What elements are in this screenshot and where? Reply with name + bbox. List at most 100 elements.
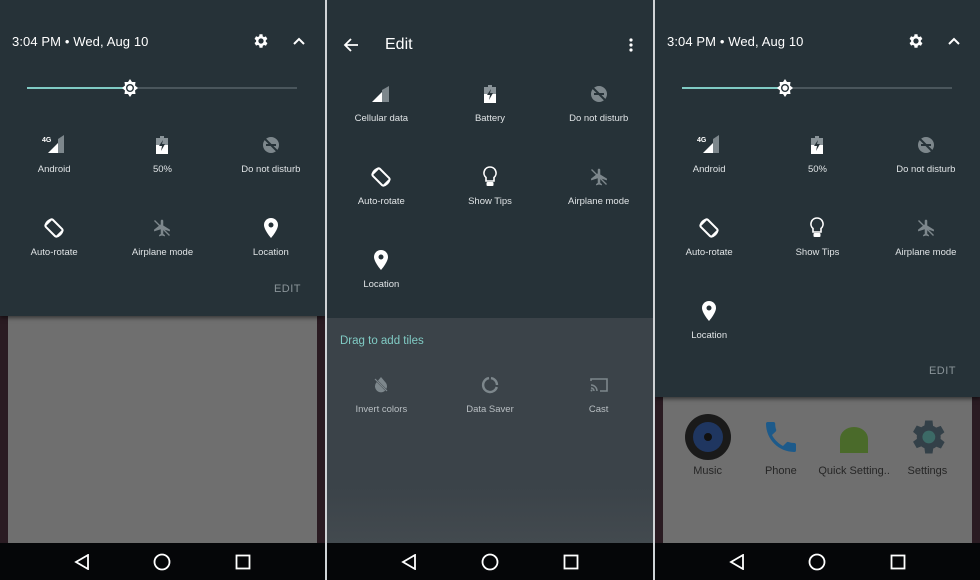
- back-triangle-icon[interactable]: [725, 550, 749, 574]
- tile-label: Auto-rotate: [30, 247, 78, 258]
- signal-icon: [369, 82, 393, 106]
- tile-location[interactable]: Location: [217, 216, 325, 299]
- settings-gear-icon[interactable]: [249, 29, 273, 53]
- available-tiles-tray: Drag to add tiles Invert colors Data Sav…: [327, 318, 653, 543]
- tile-battery[interactable]: 50%: [763, 133, 871, 216]
- tile-show-tips[interactable]: Show Tips: [436, 165, 545, 248]
- tile-airplane-mode[interactable]: Airplane mode: [872, 216, 980, 299]
- do-not-disturb-off-icon: [259, 133, 283, 157]
- lightbulb-icon: [805, 216, 829, 240]
- tile-label: Airplane mode: [568, 196, 630, 207]
- quick-settings-screen-2: Music Phone Quick Setting.. Settings 3:0…: [655, 0, 980, 580]
- app-grid: Music Phone Quick Setting.. Settings: [671, 414, 964, 477]
- drag-to-add-label: Drag to add tiles: [340, 335, 424, 347]
- do-not-disturb-off-icon: [914, 133, 938, 157]
- tile-cellular-android[interactable]: 4G Android: [0, 133, 108, 216]
- more-vert-icon[interactable]: [619, 33, 643, 57]
- app-quick-settings[interactable]: Quick Setting..: [818, 414, 891, 477]
- tile-label: 50%: [152, 164, 172, 175]
- edit-title: Edit: [385, 36, 413, 53]
- app-phone[interactable]: Phone: [744, 414, 817, 477]
- phone-icon: [758, 414, 804, 460]
- app-music[interactable]: Music: [671, 414, 744, 477]
- location-pin-icon: [259, 216, 283, 240]
- svg-text:4G: 4G: [697, 137, 707, 144]
- tile-label: Do not disturb: [241, 164, 301, 175]
- recents-square-icon[interactable]: [886, 550, 910, 574]
- tile-label: 50%: [807, 164, 827, 175]
- home-circle-icon[interactable]: [150, 550, 174, 574]
- tile-show-tips[interactable]: Show Tips: [763, 216, 871, 299]
- tile-label: Battery: [474, 113, 506, 124]
- time-date: 3:04 PM • Wed, Aug 10: [12, 33, 149, 49]
- time-date: 3:04 PM • Wed, Aug 10: [667, 33, 804, 49]
- brightness-slider[interactable]: [682, 78, 952, 98]
- navigation-bar: [655, 543, 980, 580]
- collapse-chevron-up-icon[interactable]: [287, 29, 311, 53]
- tile-cellular-android[interactable]: 4G Android: [655, 133, 763, 216]
- brightness-fill: [27, 87, 130, 89]
- tile-airplane-mode[interactable]: Airplane mode: [544, 165, 653, 248]
- tile-cast[interactable]: Cast: [544, 373, 653, 456]
- tile-do-not-disturb[interactable]: Do not disturb: [872, 133, 980, 216]
- brightness-thumb-icon[interactable]: [120, 78, 140, 98]
- active-tiles-area: Edit Cellular data Battery Do not distur…: [327, 0, 653, 318]
- edit-button[interactable]: EDIT: [274, 283, 301, 295]
- airplane-off-icon: [587, 165, 611, 189]
- qs-tiles-grid: 4G Android 50% Do not disturb Auto-rotat…: [655, 133, 980, 382]
- tile-auto-rotate[interactable]: Auto-rotate: [327, 165, 436, 248]
- tile-invert-colors[interactable]: Invert colors: [327, 373, 436, 456]
- music-icon: [684, 414, 731, 460]
- tile-location[interactable]: Location: [655, 299, 763, 382]
- back-triangle-icon[interactable]: [70, 550, 94, 574]
- airplane-off-icon: [914, 216, 938, 240]
- tile-battery[interactable]: Battery: [436, 82, 545, 165]
- settings-gear-icon[interactable]: [904, 29, 928, 53]
- edit-button[interactable]: EDIT: [929, 365, 956, 377]
- location-pin-icon: [369, 248, 393, 272]
- tile-label: Airplane mode: [131, 247, 194, 258]
- quick-settings-screen-1: Gestures Buil.. Google Maps Messenger: [0, 0, 325, 580]
- home-circle-icon[interactable]: [805, 550, 829, 574]
- tile-auto-rotate[interactable]: Auto-rotate: [0, 216, 108, 299]
- lightbulb-icon: [478, 165, 502, 189]
- invert-colors-icon: [369, 373, 393, 397]
- tile-label: Show Tips: [468, 196, 512, 207]
- arrow-back-icon[interactable]: [339, 33, 363, 57]
- tile-battery[interactable]: 50%: [108, 133, 216, 216]
- tile-label: Cast: [588, 404, 609, 415]
- airplane-off-icon: [150, 216, 174, 240]
- tile-label: Location: [363, 279, 400, 290]
- tile-auto-rotate[interactable]: Auto-rotate: [655, 216, 763, 299]
- qs-header: 3:04 PM • Wed, Aug 10: [667, 30, 966, 52]
- svg-text:4G: 4G: [42, 137, 52, 144]
- quick-settings-panel: 3:04 PM • Wed, Aug 10 4G Android 50% Do …: [0, 0, 325, 316]
- qs-header: 3:04 PM • Wed, Aug 10: [12, 30, 311, 52]
- tile-do-not-disturb[interactable]: Do not disturb: [544, 82, 653, 165]
- tile-do-not-disturb[interactable]: Do not disturb: [217, 133, 325, 216]
- app-label: Quick Setting..: [818, 465, 890, 477]
- active-tiles-grid: Cellular data Battery Do not disturb Aut…: [327, 82, 653, 331]
- auto-rotate-icon: [369, 165, 393, 189]
- signal-4g-icon: 4G: [42, 133, 66, 157]
- tile-cellular-data[interactable]: Cellular data: [327, 82, 436, 165]
- brightness-thumb-icon[interactable]: [775, 78, 795, 98]
- recents-square-icon[interactable]: [559, 550, 583, 574]
- edit-tiles-screen: Edit Cellular data Battery Do not distur…: [327, 0, 653, 580]
- battery-charging-icon: [478, 82, 502, 106]
- tile-airplane-mode[interactable]: Airplane mode: [108, 216, 216, 299]
- home-circle-icon[interactable]: [478, 550, 502, 574]
- tile-data-saver[interactable]: Data Saver: [436, 373, 545, 456]
- brightness-slider[interactable]: [27, 78, 297, 98]
- collapse-chevron-up-icon[interactable]: [942, 29, 966, 53]
- battery-charging-icon: [150, 133, 174, 157]
- app-settings[interactable]: Settings: [891, 414, 964, 477]
- available-tiles-grid: Invert colors Data Saver Cast: [327, 373, 653, 456]
- navigation-bar: [327, 543, 653, 580]
- recents-square-icon[interactable]: [231, 550, 255, 574]
- back-triangle-icon[interactable]: [397, 550, 421, 574]
- tile-label: Location: [252, 247, 289, 258]
- battery-charging-icon: [805, 133, 829, 157]
- tile-label: Do not disturb: [569, 113, 629, 124]
- data-saver-icon: [478, 373, 502, 397]
